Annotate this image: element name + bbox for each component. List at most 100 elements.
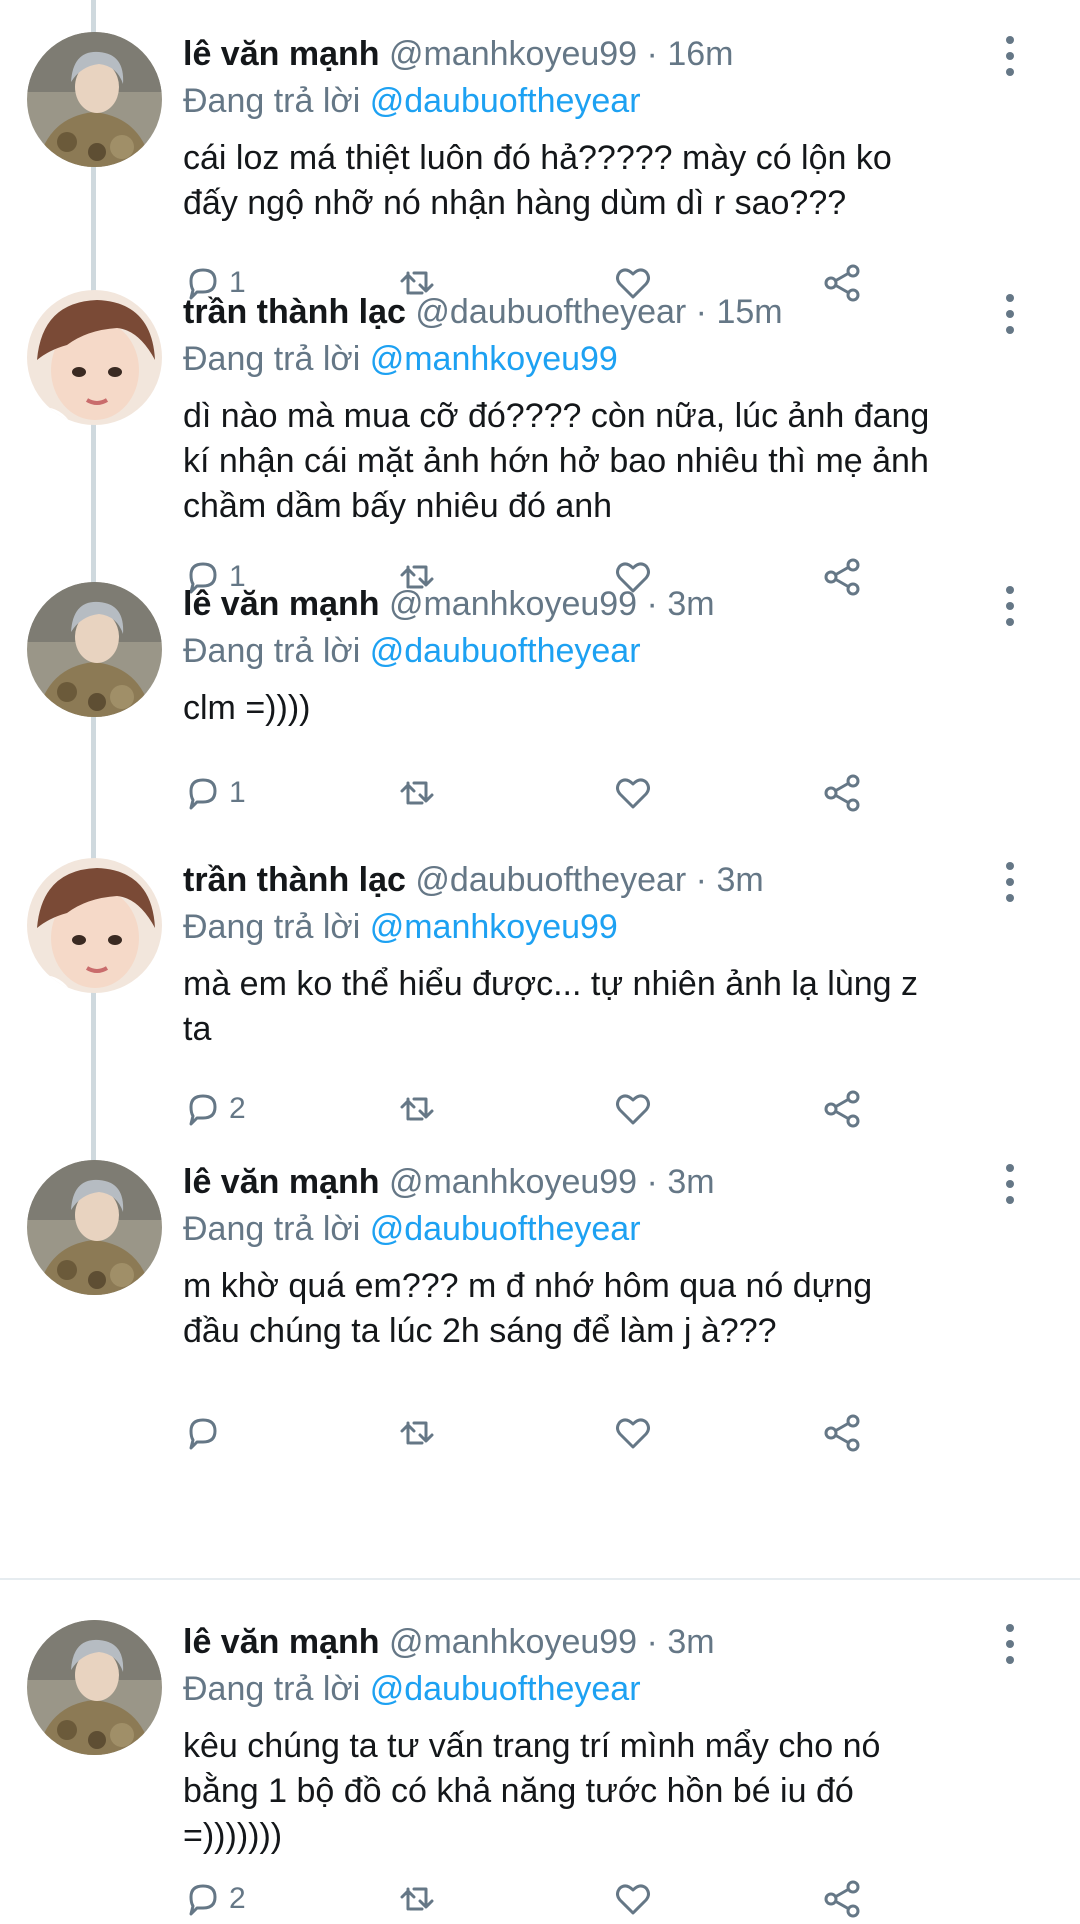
display-name[interactable]: lê văn mạnh [183, 1623, 380, 1661]
tweet-text: m khờ quá em??? m đ nhớ hôm qua nó dựng … [183, 1264, 1023, 1354]
user-handle[interactable]: @manhkoyeu99 [389, 585, 637, 623]
reply-button[interactable] [183, 1408, 229, 1458]
tweet-header: lê văn mạnh @manhkoyeu99 · 3m [183, 1618, 715, 1666]
tweet-text: mà em ko thể hiểu được... tự nhiên ảnh l… [183, 962, 1023, 1052]
reply-button[interactable]: 1 [183, 768, 246, 818]
more-icon[interactable] [998, 862, 1022, 902]
retweet-button[interactable] [398, 768, 438, 818]
tweet-text-line: dì nào mà mua cỡ đó???? còn nữa, lúc ảnh… [183, 397, 930, 435]
separator-dot: · [695, 861, 707, 899]
like-button[interactable] [613, 768, 653, 818]
share-button[interactable] [823, 258, 863, 308]
tweet-actions [183, 1408, 883, 1458]
reply-count: 2 [229, 1882, 246, 1915]
user-handle[interactable]: @manhkoyeu99 [389, 35, 637, 73]
reply-count: 2 [229, 1092, 246, 1125]
separator-dot: · [695, 293, 707, 331]
more-icon[interactable] [998, 586, 1022, 626]
tweet-divider [0, 1578, 1080, 1580]
reply-button[interactable]: 2 [183, 1084, 246, 1134]
display-name[interactable]: lê văn mạnh [183, 585, 380, 623]
reply-icon [189, 1094, 217, 1126]
tweet-actions: 2 [183, 1874, 883, 1924]
tweet-header: lê văn mạnh @manhkoyeu99 · 3m [183, 580, 715, 628]
tweet-text: clm =)))) [183, 686, 1023, 731]
tweet-text-line: =))))))) [183, 1817, 283, 1855]
more-icon[interactable] [998, 294, 1022, 334]
timestamp[interactable]: 3m [667, 585, 714, 623]
tweet-header: lê văn mạnh @manhkoyeu99 · 16m [183, 30, 733, 78]
tweet-actions: 1 [183, 768, 883, 818]
user-handle[interactable]: @manhkoyeu99 [389, 1623, 637, 1661]
more-icon[interactable] [998, 1164, 1022, 1204]
avatar[interactable] [27, 32, 162, 167]
user-handle[interactable]: @daubuoftheyear [415, 293, 686, 331]
replying-to: Đang trả lời @daubuoftheyear [183, 1666, 641, 1712]
tweet-text-line: clm =)))) [183, 689, 311, 727]
avatar[interactable] [27, 290, 162, 425]
avatar[interactable] [27, 1160, 162, 1295]
avatar[interactable] [27, 582, 162, 717]
replying-to: Đang trả lời @daubuoftheyear [183, 78, 641, 124]
avatar[interactable] [27, 858, 162, 993]
retweet-icon [400, 1421, 434, 1445]
avatar-gray-hair-icon [27, 1160, 162, 1295]
tweet-text-line: kêu chúng ta tư vấn trang trí mình mẩy c… [183, 1727, 881, 1765]
replying-to-handle[interactable]: @daubuoftheyear [370, 1670, 641, 1708]
share-button[interactable] [823, 1874, 863, 1924]
display-name[interactable]: lê văn mạnh [183, 35, 380, 73]
replying-to-label: Đang trả lời [183, 82, 361, 120]
timestamp[interactable]: 16m [667, 35, 733, 73]
like-icon [616, 1418, 650, 1449]
tweet-actions: 2 [183, 1084, 883, 1134]
like-icon [616, 1094, 650, 1125]
retweet-icon [400, 1887, 434, 1911]
timestamp[interactable]: 3m [667, 1623, 714, 1661]
replying-to-handle[interactable]: @daubuoftheyear [370, 1210, 641, 1248]
share-button[interactable] [823, 768, 863, 818]
tweet-text-line: đầu chúng ta lúc 2h sáng để làm j à??? [183, 1312, 777, 1350]
tweet-text-line: mà em ko thể hiểu được... tự nhiên ảnh l… [183, 965, 919, 1003]
like-button[interactable] [613, 1408, 653, 1458]
replying-to-handle[interactable]: @daubuoftheyear [370, 82, 641, 120]
avatar[interactable] [27, 1620, 162, 1755]
retweet-icon [400, 1097, 434, 1121]
share-button[interactable] [823, 1084, 863, 1134]
tweet-text: cái loz má thiệt luôn đó hả????? mày có … [183, 136, 1023, 226]
share-icon [824, 1090, 860, 1128]
replying-to-label: Đang trả lời [183, 1670, 361, 1708]
timestamp[interactable]: 3m [667, 1163, 714, 1201]
share-button[interactable] [823, 552, 863, 602]
timestamp[interactable]: 3m [716, 861, 763, 899]
reply-icon [189, 778, 217, 810]
tweet-text-line: ta [183, 1010, 212, 1048]
replying-to-handle[interactable]: @manhkoyeu99 [370, 908, 618, 946]
reply-icon [189, 1418, 217, 1450]
reply-count: 1 [229, 776, 246, 809]
separator-dot: · [646, 1623, 658, 1661]
replying-to-handle[interactable]: @daubuoftheyear [370, 632, 641, 670]
retweet-button[interactable] [398, 1408, 438, 1458]
tweet-text-line: đấy ngộ nhỡ nó nhận hàng dùm dì r sao??? [183, 184, 847, 222]
display-name[interactable]: trần thành lạc [183, 861, 406, 899]
replying-to: Đang trả lời @daubuoftheyear [183, 628, 641, 674]
avatar-gray-hair-icon [27, 1620, 162, 1755]
retweet-button[interactable] [398, 1874, 438, 1924]
retweet-button[interactable] [398, 1084, 438, 1134]
more-icon[interactable] [998, 36, 1022, 76]
display-name[interactable]: lê văn mạnh [183, 1163, 380, 1201]
share-icon [824, 1414, 860, 1452]
reply-button[interactable]: 2 [183, 1874, 246, 1924]
more-icon[interactable] [998, 1624, 1022, 1664]
user-handle[interactable]: @daubuoftheyear [415, 861, 686, 899]
display-name[interactable]: trần thành lạc [183, 293, 406, 331]
share-button[interactable] [823, 1408, 863, 1458]
user-handle[interactable]: @manhkoyeu99 [389, 1163, 637, 1201]
like-button[interactable] [613, 1084, 653, 1134]
share-icon [824, 1880, 860, 1918]
timestamp[interactable]: 15m [716, 293, 782, 331]
tweet-text: dì nào mà mua cỡ đó???? còn nữa, lúc ảnh… [183, 394, 1023, 529]
replying-to-handle[interactable]: @manhkoyeu99 [370, 340, 618, 378]
like-button[interactable] [613, 1874, 653, 1924]
separator-dot: · [646, 1163, 658, 1201]
